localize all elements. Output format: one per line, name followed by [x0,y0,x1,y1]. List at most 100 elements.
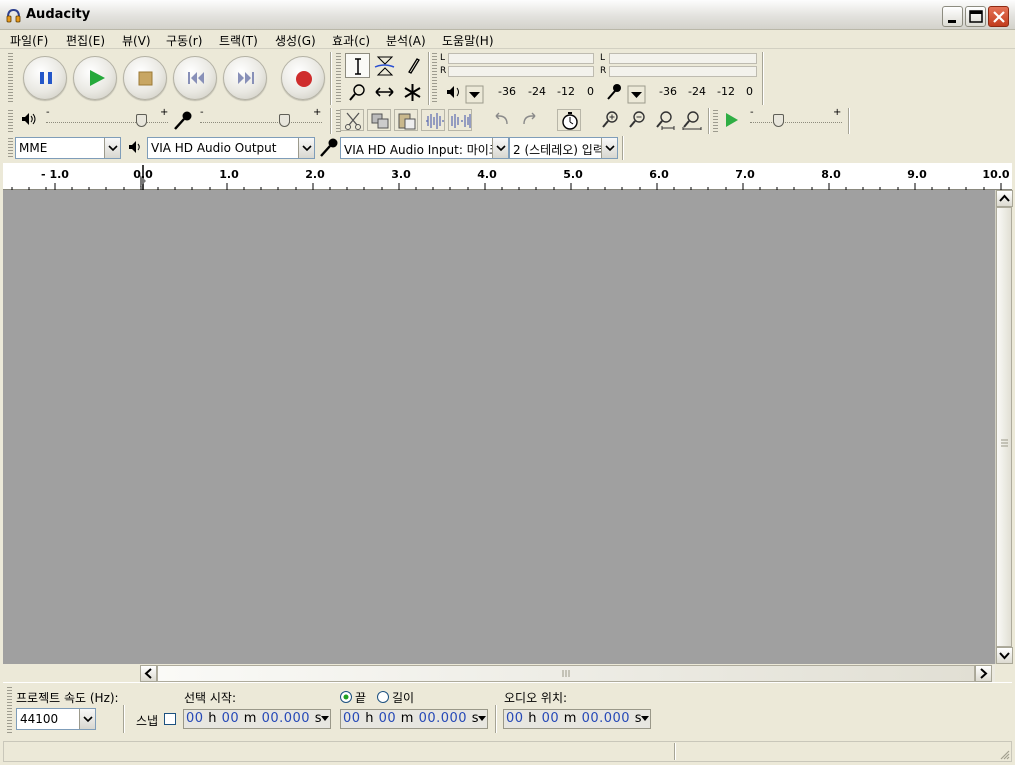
vertical-scrollbar[interactable] [995,190,1013,664]
length-radio[interactable] [376,690,390,704]
draw-tool-button[interactable] [400,53,425,78]
playback-meter-right-label: R [440,66,447,76]
maximize-button[interactable] [965,6,986,27]
menu-help[interactable]: 도움말(H) [442,32,494,49]
stop-button[interactable] [123,56,167,100]
play-at-speed-grip[interactable] [713,110,718,132]
paste-button[interactable] [394,109,418,131]
length-label: 길이 [392,691,415,705]
dropdown-arrow-icon[interactable] [321,716,329,722]
recording-volume-slider[interactable] [200,116,322,123]
copy-button[interactable] [367,109,391,131]
recording-volume-thumb[interactable] [279,114,290,127]
resize-grip-icon[interactable] [998,748,1010,760]
tools-grip[interactable] [336,53,341,103]
selection-start-time[interactable]: 00 h 00 m 00.000 s [183,709,331,729]
fit-project-button[interactable] [679,109,703,131]
playback-volume-thumb[interactable] [136,114,147,127]
timeshift-tool-button[interactable] [372,80,397,105]
zoom-out-icon [629,111,645,128]
menu-transport[interactable]: 구동(r) [166,32,202,49]
input-channels-select[interactable]: 2 (스테레오) 입력 [509,137,618,159]
skip-to-end-button[interactable] [223,56,267,100]
menu-effect[interactable]: 효과(c) [332,32,370,49]
ruler-ticks [11,165,1002,190]
snap-checkbox[interactable] [164,713,176,725]
chevron-down-icon[interactable] [104,138,120,158]
pause-button[interactable] [23,56,67,100]
selection-tool-button[interactable] [345,53,370,78]
chevron-down-icon[interactable] [79,709,95,729]
menu-analyze[interactable]: 분석(A) [386,32,426,49]
end-radio[interactable] [339,690,353,704]
zoom-tool-button[interactable] [345,80,370,105]
ruler-label: 10.0 [982,168,1010,181]
audio-host-select[interactable]: MME [15,137,121,159]
undo-button[interactable] [490,109,514,131]
ruler-label: 3.0 [391,168,411,181]
horizontal-scroll-thumb[interactable] [157,665,975,682]
zoom-in-button[interactable] [598,109,622,131]
meter-scale-label: 0 [587,85,594,98]
playback-volume-slider[interactable] [46,116,168,123]
microphone-icon [174,111,192,130]
project-rate-select[interactable]: 44100 [16,708,96,730]
toolbar-grip[interactable] [8,53,13,103]
selection-end-time[interactable]: 00 h 00 m 00.000 s [340,709,488,729]
sync-lock-button[interactable] [557,109,581,131]
dropdown-arrow-icon[interactable] [641,716,649,722]
menu-edit[interactable]: 편집(E) [66,32,105,49]
chevron-down-icon[interactable] [298,138,314,158]
playback-meter-left-label: L [440,53,446,63]
track-panel[interactable] [3,190,995,664]
close-button[interactable] [988,6,1009,27]
meter-grip[interactable] [432,53,437,103]
chevron-down-icon[interactable] [492,138,508,158]
chevron-right-icon [980,668,988,679]
record-button[interactable] [281,56,325,100]
menu-view[interactable]: 뷰(V) [122,32,151,49]
microphone-icon [320,138,338,157]
microphone-menu-icon[interactable] [604,82,646,104]
redo-button[interactable] [517,109,541,131]
play-speed-thumb[interactable] [773,114,784,127]
cut-button[interactable] [340,109,364,131]
chevron-up-icon [999,194,1010,202]
multi-tool-button[interactable] [400,80,425,105]
selection-grip[interactable] [7,687,12,735]
ruler-label: 8.0 [821,168,841,181]
timeline-ruler[interactable]: - 1.0 0.0 1.0 2.0 3.0 4.0 5.0 6.0 7.0 8.… [3,163,1012,190]
scroll-up-button[interactable] [996,190,1013,207]
silence-button[interactable] [448,109,472,131]
menu-file[interactable]: 파일(F) [10,32,48,49]
play-speed-slider[interactable] [750,116,842,123]
input-device-select[interactable]: VIA HD Audio Input: 마이크 [340,137,509,159]
output-device-select[interactable]: VIA HD Audio Output [147,137,315,159]
menu-generate[interactable]: 생성(G) [275,32,316,49]
horizontal-scrollbar[interactable] [140,665,995,682]
meter-scale-label: -24 [528,85,546,98]
selection-start-label: 선택 시작: [184,691,237,705]
trim-button[interactable] [421,109,445,131]
selection-end-value: 00 h 00 m 00.000 s [343,711,479,726]
fit-selection-button[interactable] [652,109,676,131]
play-at-speed-button[interactable] [719,109,743,131]
device-grip[interactable] [8,138,13,158]
play-button[interactable] [73,56,117,100]
mixer-grip[interactable] [8,110,13,132]
dropdown-arrow-icon[interactable] [478,716,486,722]
menu-tracks[interactable]: 트랙(T) [219,32,258,49]
minimize-button[interactable] [942,6,963,27]
scroll-left-button[interactable] [140,665,157,682]
envelope-tool-button[interactable] [372,53,397,78]
scroll-down-button[interactable] [996,647,1013,664]
chevron-down-icon[interactable] [601,138,617,158]
zoom-out-button[interactable] [625,109,649,131]
vertical-scroll-thumb[interactable] [996,207,1012,647]
audio-position-time[interactable]: 00 h 00 m 00.000 s [503,709,651,729]
multi-tool-icon [404,84,421,101]
scroll-right-button[interactable] [975,665,992,682]
skip-to-start-button[interactable] [173,56,217,100]
zoom-tool-icon [349,84,365,101]
speaker-menu-icon[interactable] [444,82,484,104]
